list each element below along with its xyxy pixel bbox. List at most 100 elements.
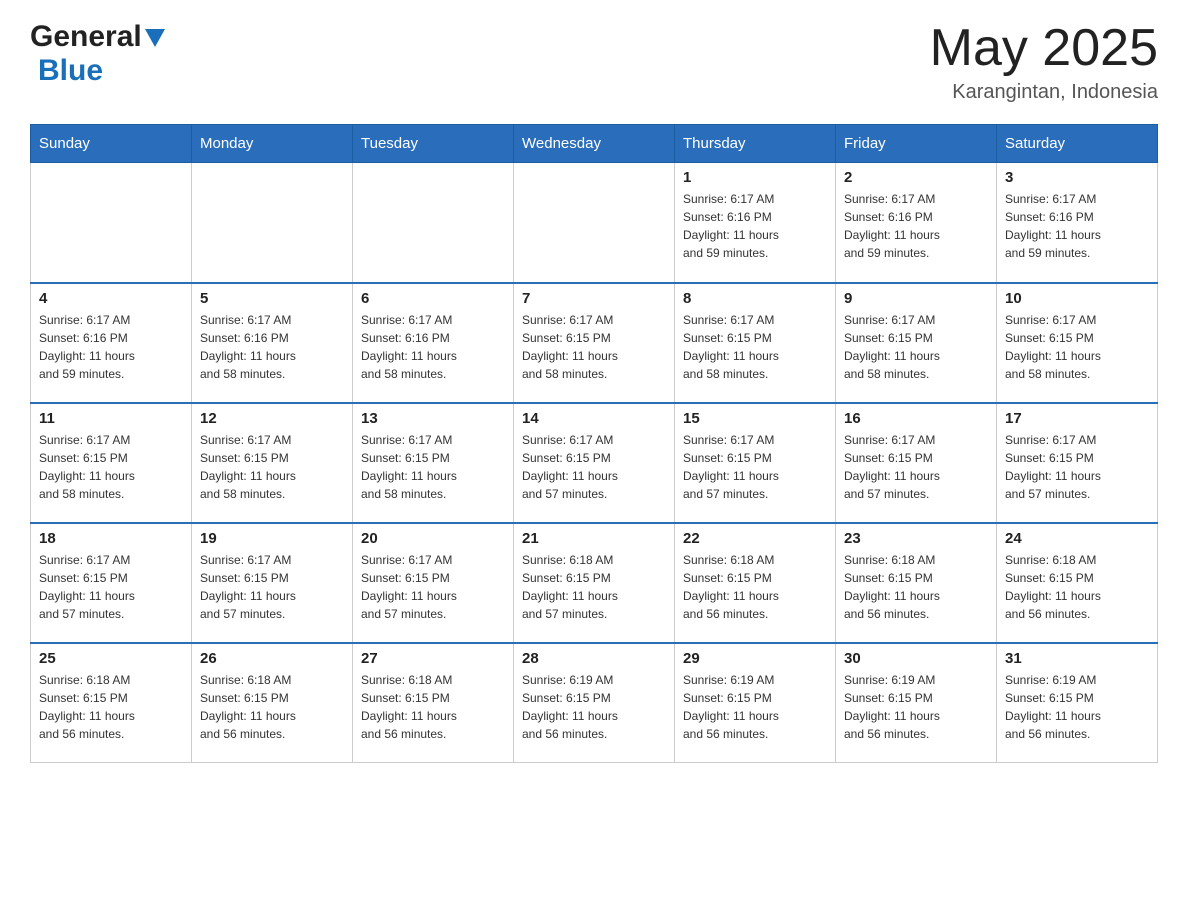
calendar-cell: [31, 163, 192, 283]
day-info: Sunrise: 6:17 AMSunset: 6:16 PMDaylight:…: [683, 190, 827, 262]
day-info: Sunrise: 6:19 AMSunset: 6:15 PMDaylight:…: [683, 671, 827, 743]
calendar-cell: 24 Sunrise: 6:18 AMSunset: 6:15 PMDayligh…: [997, 523, 1158, 643]
calendar-table: SundayMondayTuesdayWednesdayThursdayFrid…: [30, 124, 1158, 763]
day-number: 21: [522, 530, 666, 547]
day-info: Sunrise: 6:17 AMSunset: 6:15 PMDaylight:…: [522, 311, 666, 383]
day-info: Sunrise: 6:19 AMSunset: 6:15 PMDaylight:…: [844, 671, 988, 743]
day-info: Sunrise: 6:18 AMSunset: 6:15 PMDaylight:…: [844, 551, 988, 623]
location-subtitle: Karangintan, Indonesia: [930, 81, 1158, 104]
day-info: Sunrise: 6:17 AMSunset: 6:16 PMDaylight:…: [361, 311, 505, 383]
calendar-cell: [192, 163, 353, 283]
day-number: 25: [39, 650, 183, 667]
day-number: 3: [1005, 169, 1149, 186]
calendar-cell: 6 Sunrise: 6:17 AMSunset: 6:16 PMDaylight…: [353, 283, 514, 403]
calendar-cell: 30 Sunrise: 6:19 AMSunset: 6:15 PMDayligh…: [836, 643, 997, 763]
day-number: 15: [683, 410, 827, 427]
calendar-cell: 18Sunrise: 6:17 AMSunset: 6:15 PMDayligh…: [31, 523, 192, 643]
day-number: 16: [844, 410, 988, 427]
calendar-cell: 31Sunrise: 6:19 AMSunset: 6:15 PMDayligh…: [997, 643, 1158, 763]
day-info: Sunrise: 6:17 AMSunset: 6:15 PMDaylight:…: [1005, 431, 1149, 503]
calendar-week-row-4: 18Sunrise: 6:17 AMSunset: 6:15 PMDayligh…: [31, 523, 1158, 643]
day-info: Sunrise: 6:17 AMSunset: 6:15 PMDaylight:…: [522, 431, 666, 503]
logo-general: General: [30, 20, 142, 53]
calendar-cell: 15 Sunrise: 6:17 AMSunset: 6:15 PMDayligh…: [675, 403, 836, 523]
calendar-cell: 19Sunrise: 6:17 AMSunset: 6:15 PMDayligh…: [192, 523, 353, 643]
calendar-cell: 5Sunrise: 6:17 AMSunset: 6:16 PMDaylight…: [192, 283, 353, 403]
month-year-title: May 2025: [930, 20, 1158, 77]
day-number: 7: [522, 290, 666, 307]
calendar-cell: 11Sunrise: 6:17 AMSunset: 6:15 PMDayligh…: [31, 403, 192, 523]
day-number: 1: [683, 169, 827, 186]
weekday-header-saturday: Saturday: [997, 125, 1158, 163]
calendar-cell: 17 Sunrise: 6:17 AMSunset: 6:15 PMDayligh…: [997, 403, 1158, 523]
day-number: 20: [361, 530, 505, 547]
day-number: 29: [683, 650, 827, 667]
calendar-cell: 16 Sunrise: 6:17 AMSunset: 6:15 PMDayligh…: [836, 403, 997, 523]
day-number: 9: [844, 290, 988, 307]
day-number: 12: [200, 410, 344, 427]
title-block: May 2025 Karangintan, Indonesia: [930, 20, 1158, 104]
calendar-cell: 27 Sunrise: 6:18 AMSunset: 6:15 PMDayligh…: [353, 643, 514, 763]
day-number: 23: [844, 530, 988, 547]
calendar-cell: 3 Sunrise: 6:17 AMSunset: 6:16 PMDaylight…: [997, 163, 1158, 283]
calendar-cell: 12 Sunrise: 6:17 AMSunset: 6:15 PMDayligh…: [192, 403, 353, 523]
day-number: 10: [1005, 290, 1149, 307]
day-number: 22: [683, 530, 827, 547]
day-info: Sunrise: 6:18 AMSunset: 6:15 PMDaylight:…: [522, 551, 666, 623]
calendar-cell: 21 Sunrise: 6:18 AMSunset: 6:15 PMDayligh…: [514, 523, 675, 643]
day-info: Sunrise: 6:17 AMSunset: 6:15 PMDaylight:…: [361, 551, 505, 623]
day-number: 13: [361, 410, 505, 427]
calendar-cell: 28 Sunrise: 6:19 AMSunset: 6:15 PMDayligh…: [514, 643, 675, 763]
day-info: Sunrise: 6:17 AMSunset: 6:15 PMDaylight:…: [1005, 311, 1149, 383]
day-info: Sunrise: 6:17 AMSunset: 6:15 PMDaylight:…: [200, 431, 344, 503]
day-info: Sunrise: 6:19 AMSunset: 6:15 PMDaylight:…: [522, 671, 666, 743]
weekday-header-row: SundayMondayTuesdayWednesdayThursdayFrid…: [31, 125, 1158, 163]
calendar-cell: 4 Sunrise: 6:17 AMSunset: 6:16 PMDaylight…: [31, 283, 192, 403]
day-number: 30: [844, 650, 988, 667]
calendar-cell: 8 Sunrise: 6:17 AMSunset: 6:15 PMDaylight…: [675, 283, 836, 403]
weekday-header-friday: Friday: [836, 125, 997, 163]
calendar-cell: 20 Sunrise: 6:17 AMSunset: 6:15 PMDayligh…: [353, 523, 514, 643]
day-info: Sunrise: 6:18 AMSunset: 6:15 PMDaylight:…: [683, 551, 827, 623]
day-info: Sunrise: 6:17 AMSunset: 6:15 PMDaylight:…: [844, 431, 988, 503]
calendar-cell: [353, 163, 514, 283]
day-info: Sunrise: 6:17 AMSunset: 6:16 PMDaylight:…: [1005, 190, 1149, 262]
day-number: 27: [361, 650, 505, 667]
day-info: Sunrise: 6:18 AMSunset: 6:15 PMDaylight:…: [361, 671, 505, 743]
day-number: 6: [361, 290, 505, 307]
day-number: 24: [1005, 530, 1149, 547]
day-number: 4: [39, 290, 183, 307]
calendar-week-row-1: 1 Sunrise: 6:17 AMSunset: 6:16 PMDaylight…: [31, 163, 1158, 283]
day-info: Sunrise: 6:18 AMSunset: 6:15 PMDaylight:…: [1005, 551, 1149, 623]
calendar-cell: 10 Sunrise: 6:17 AMSunset: 6:15 PMDayligh…: [997, 283, 1158, 403]
day-info: Sunrise: 6:17 AMSunset: 6:15 PMDaylight:…: [683, 431, 827, 503]
weekday-header-wednesday: Wednesday: [514, 125, 675, 163]
weekday-header-tuesday: Tuesday: [353, 125, 514, 163]
calendar-cell: 2 Sunrise: 6:17 AMSunset: 6:16 PMDaylight…: [836, 163, 997, 283]
day-info: Sunrise: 6:17 AMSunset: 6:15 PMDaylight:…: [361, 431, 505, 503]
logo: General Blue: [30, 20, 165, 88]
calendar-cell: 22 Sunrise: 6:18 AMSunset: 6:15 PMDayligh…: [675, 523, 836, 643]
day-number: 2: [844, 169, 988, 186]
day-info: Sunrise: 6:17 AMSunset: 6:16 PMDaylight:…: [844, 190, 988, 262]
day-info: Sunrise: 6:17 AMSunset: 6:15 PMDaylight:…: [683, 311, 827, 383]
calendar-cell: 25Sunrise: 6:18 AMSunset: 6:15 PMDayligh…: [31, 643, 192, 763]
day-info: Sunrise: 6:17 AMSunset: 6:15 PMDaylight:…: [844, 311, 988, 383]
calendar-week-row-2: 4 Sunrise: 6:17 AMSunset: 6:16 PMDaylight…: [31, 283, 1158, 403]
day-info: Sunrise: 6:17 AMSunset: 6:16 PMDaylight:…: [39, 311, 183, 383]
calendar-cell: 1 Sunrise: 6:17 AMSunset: 6:16 PMDaylight…: [675, 163, 836, 283]
weekday-header-thursday: Thursday: [675, 125, 836, 163]
day-number: 8: [683, 290, 827, 307]
day-number: 5: [200, 290, 344, 307]
day-number: 28: [522, 650, 666, 667]
calendar-cell: 7 Sunrise: 6:17 AMSunset: 6:15 PMDaylight…: [514, 283, 675, 403]
day-info: Sunrise: 6:17 AMSunset: 6:15 PMDaylight:…: [39, 551, 183, 623]
day-info: Sunrise: 6:18 AMSunset: 6:15 PMDaylight:…: [200, 671, 344, 743]
day-info: Sunrise: 6:17 AMSunset: 6:15 PMDaylight:…: [200, 551, 344, 623]
day-info: Sunrise: 6:17 AMSunset: 6:15 PMDaylight:…: [39, 431, 183, 503]
day-number: 17: [1005, 410, 1149, 427]
calendar-cell: [514, 163, 675, 283]
calendar-cell: 26Sunrise: 6:18 AMSunset: 6:15 PMDayligh…: [192, 643, 353, 763]
calendar-cell: 13 Sunrise: 6:17 AMSunset: 6:15 PMDayligh…: [353, 403, 514, 523]
calendar-week-row-5: 25 Sunrise: 6:18 AMSunset: 6:15 PMDayligh…: [31, 643, 1158, 763]
